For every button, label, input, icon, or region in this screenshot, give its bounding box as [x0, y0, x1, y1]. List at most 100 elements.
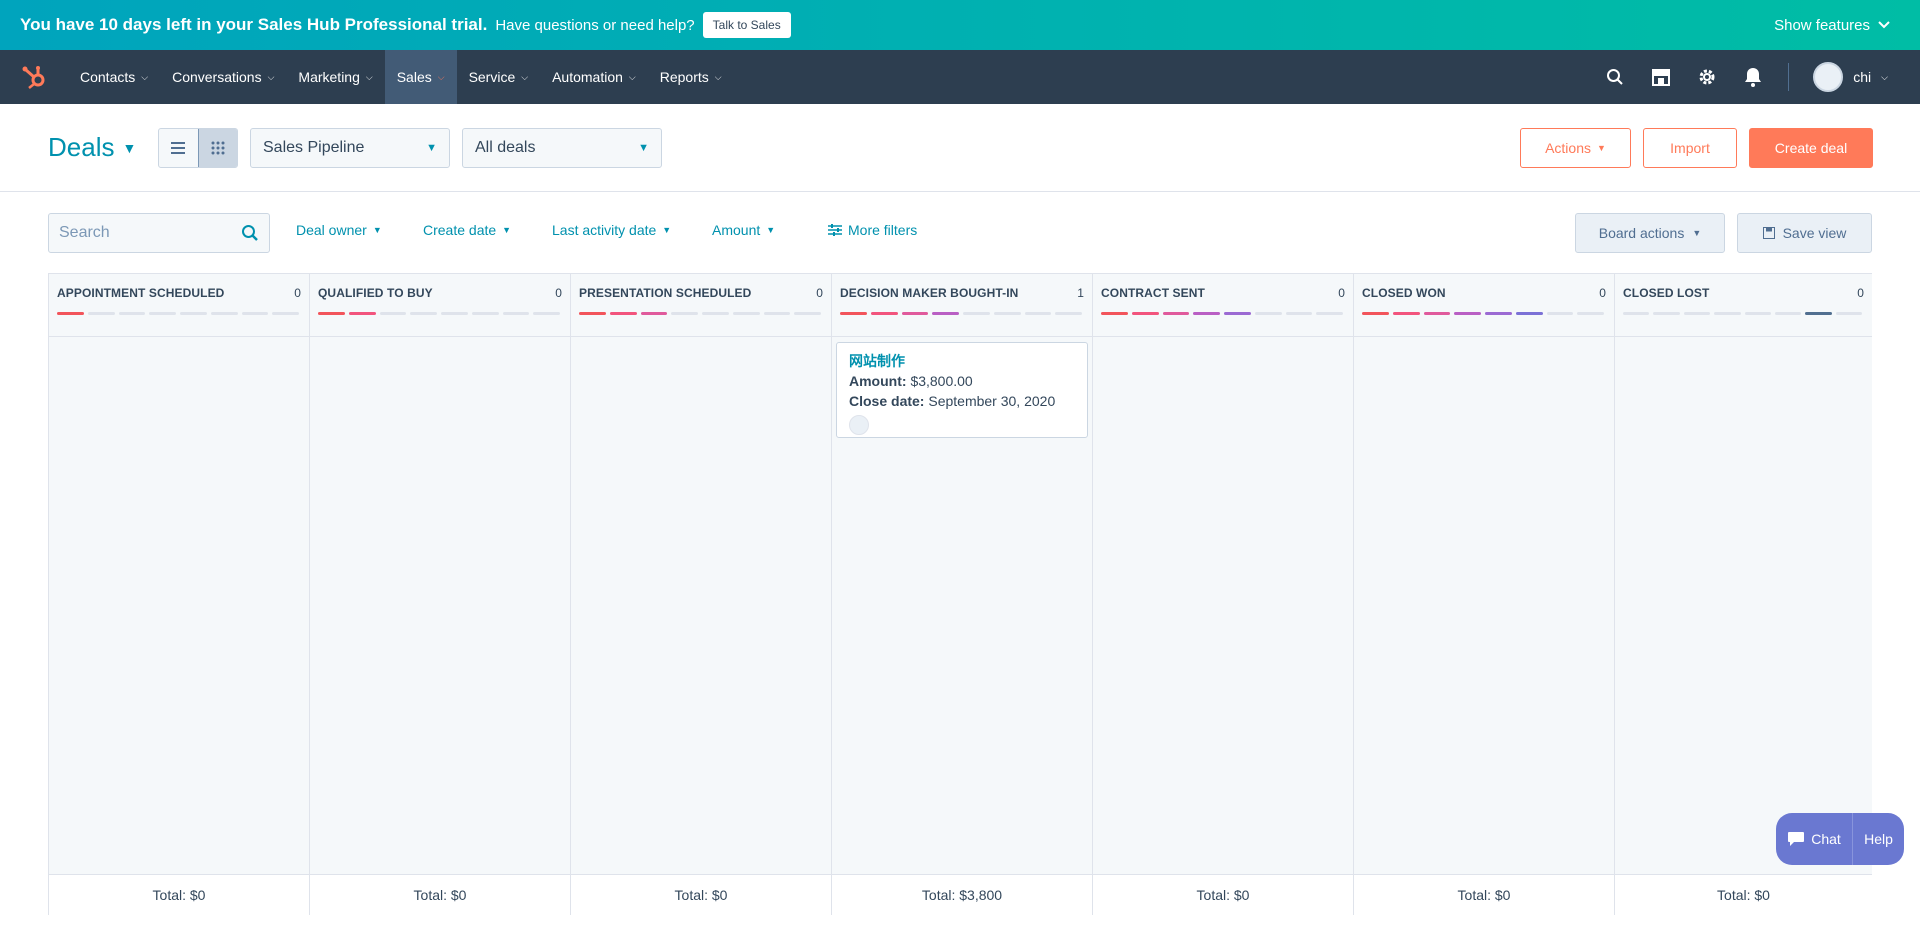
stage-name: PRESENTATION SCHEDULED — [579, 286, 752, 300]
board-view-button[interactable] — [197, 129, 237, 167]
caret-down-icon: ▼ — [426, 142, 437, 154]
progress-segment — [87, 312, 115, 315]
column-header[interactable]: DECISION MAKER BOUGHT-IN 1 — [832, 274, 1092, 337]
nav-automation[interactable]: Automation ⌵ — [540, 50, 648, 104]
column-header[interactable]: CLOSED LOST 0 — [1615, 274, 1872, 337]
user-menu[interactable]: chi ⌵ — [1813, 62, 1888, 92]
nav-contacts[interactable]: Contacts ⌵ — [68, 50, 160, 104]
progress-segment — [471, 312, 499, 315]
nav-reports[interactable]: Reports ⌵ — [648, 50, 734, 104]
board-actions-button[interactable]: Board actions ▼ — [1575, 213, 1725, 253]
column-body — [571, 337, 831, 874]
progress-segment — [1193, 312, 1220, 315]
deal-count: 0 — [1599, 286, 1606, 300]
column-body — [310, 337, 570, 874]
deal-owner-filter[interactable]: Deal owner ▼ — [296, 222, 382, 238]
marketplace-icon[interactable] — [1650, 66, 1672, 88]
stage-name: CONTRACT SENT — [1101, 286, 1205, 300]
search-icon[interactable] — [1604, 66, 1626, 88]
trial-question: Have questions or need help? — [495, 16, 695, 34]
caret-down-icon: ⌵ — [521, 71, 529, 82]
page-title: Deals — [48, 132, 115, 162]
create-date-filter[interactable]: Create date ▼ — [423, 222, 511, 238]
progress-segment — [932, 312, 959, 315]
caret-down-icon: ⌵ — [714, 71, 722, 82]
help-label: Help — [1864, 831, 1893, 847]
progress-segment — [1285, 312, 1313, 315]
progress-segment — [502, 312, 530, 315]
deal-count: 0 — [1338, 286, 1345, 300]
column-total: Total: $0 — [1615, 874, 1872, 915]
column-total: Total: $0 — [310, 874, 570, 915]
hubspot-logo[interactable] — [0, 50, 68, 104]
progress-segment — [533, 312, 560, 315]
progress-segment — [1653, 312, 1680, 315]
chat-button[interactable]: Chat — [1776, 813, 1852, 865]
progress-segment — [1774, 312, 1802, 315]
notifications-icon[interactable] — [1742, 66, 1764, 88]
search-input[interactable] — [59, 224, 229, 242]
stage-progress — [579, 312, 823, 315]
talk-to-sales-button[interactable]: Talk to Sales — [702, 12, 791, 38]
progress-segment — [1101, 312, 1128, 315]
column-header[interactable]: PRESENTATION SCHEDULED 0 — [571, 274, 831, 337]
more-filters-button[interactable]: More filters — [828, 222, 917, 238]
search-field — [48, 213, 270, 253]
column-header[interactable]: CLOSED WON 0 — [1354, 274, 1614, 337]
board-actions-label: Board actions — [1598, 225, 1685, 241]
view-select[interactable]: All deals ▼ — [462, 128, 662, 168]
nav-service[interactable]: Service ⌵ — [457, 50, 541, 104]
show-features-button[interactable]: Show features — [1774, 17, 1890, 34]
column-header[interactable]: APPOINTMENT SCHEDULED 0 — [49, 274, 309, 337]
import-button[interactable]: Import — [1643, 128, 1737, 168]
column-total: Total: $0 — [1093, 874, 1353, 915]
filter-label: Create date — [423, 222, 497, 238]
deal-card[interactable]: 网站制作 Amount: $3,800.00 Close date: Septemb… — [836, 342, 1088, 438]
settings-icon[interactable] — [1696, 66, 1718, 88]
create-deal-button[interactable]: Create deal — [1749, 128, 1873, 168]
nav-label: Contacts — [80, 69, 136, 85]
progress-segment — [609, 312, 637, 315]
chevron-down-icon — [1878, 21, 1890, 29]
show-features-label: Show features — [1774, 16, 1870, 34]
owner-avatar — [849, 415, 869, 435]
board-column: CLOSED WON 0 Total: $0 — [1353, 274, 1614, 915]
nav-sales[interactable]: Sales ⌵ — [384, 50, 457, 104]
filter-label: More filters — [848, 222, 918, 238]
progress-segment — [180, 312, 207, 315]
column-header[interactable]: CONTRACT SENT 0 — [1093, 274, 1353, 337]
filter-label: Amount — [712, 222, 761, 238]
search-icon[interactable] — [241, 224, 259, 242]
pipeline-select[interactable]: Sales Pipeline ▼ — [250, 128, 450, 168]
progress-segment — [1024, 312, 1052, 315]
list-view-button[interactable] — [159, 129, 198, 167]
last-activity-filter[interactable]: Last activity date ▼ — [552, 222, 671, 238]
progress-segment — [901, 312, 929, 315]
actions-button[interactable]: Actions ▼ — [1520, 128, 1631, 168]
stage-progress — [318, 312, 562, 315]
progress-segment — [1254, 312, 1282, 315]
caret-down-icon: ⌵ — [267, 71, 275, 82]
caret-down-icon: ⌵ — [437, 71, 445, 82]
progress-segment — [1392, 312, 1420, 315]
deal-count: 0 — [816, 286, 823, 300]
object-switcher[interactable]: Deals ▼ — [48, 132, 136, 163]
column-header[interactable]: QUALIFIED TO BUY 0 — [310, 274, 570, 337]
stage-progress — [1101, 312, 1345, 315]
save-view-button[interactable]: Save view — [1737, 213, 1872, 253]
column-body — [1354, 337, 1614, 874]
progress-segment — [1316, 312, 1343, 315]
amount-filter[interactable]: Amount ▼ — [712, 222, 775, 238]
progress-segment — [640, 312, 668, 315]
help-button[interactable]: Help — [1852, 813, 1904, 865]
caret-down-icon: ⌵ — [141, 71, 149, 82]
nav-marketing[interactable]: Marketing ⌵ — [286, 50, 384, 104]
caret-down-icon: ▼ — [766, 225, 776, 235]
nav-conversations[interactable]: Conversations ⌵ — [160, 50, 286, 104]
progress-segment — [840, 312, 867, 315]
progress-segment — [1485, 312, 1512, 315]
progress-segment — [1546, 312, 1574, 315]
board-column: APPOINTMENT SCHEDULED 0 Total: $0 — [48, 274, 309, 915]
filter-label: Deal owner — [296, 222, 367, 238]
deal-name[interactable]: 网站制作 — [849, 351, 1075, 371]
